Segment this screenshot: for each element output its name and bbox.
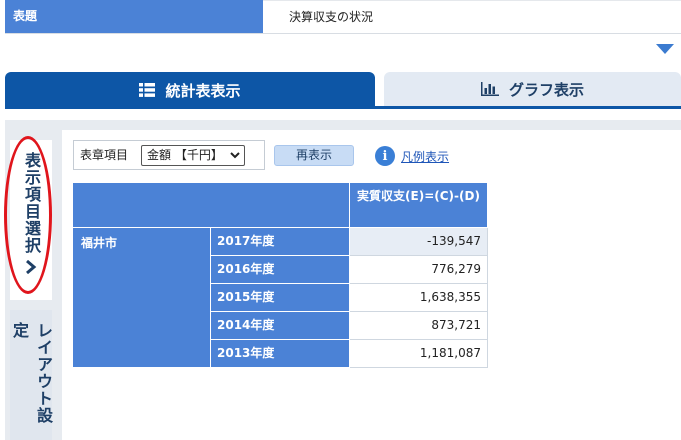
chevron-down-icon: [230, 146, 240, 171]
year-header: 2014年度: [211, 312, 350, 340]
redisplay-button[interactable]: 再表示: [274, 145, 354, 166]
tab-underline: [5, 106, 681, 109]
item-selector-label: 表章項目: [80, 148, 129, 162]
item-select-dropdown[interactable]: 金額 【千円】: [141, 145, 245, 166]
side-tab-display-items-label: 表示項目選択: [22, 152, 41, 254]
table-corner: [73, 183, 350, 228]
side-tab-layout-settings-label: レイアウト設定: [10, 322, 53, 424]
tab-table-view-label: 統計表表示: [165, 81, 241, 100]
item-select-value: 金額 【千円】: [147, 148, 223, 162]
tab-table-view[interactable]: 統計表表示: [5, 72, 375, 108]
list-icon: [139, 83, 156, 97]
chevron-right-icon: [25, 258, 37, 279]
title-value: 決算収支の状況: [263, 0, 681, 33]
table-cell: -139,547: [350, 228, 488, 256]
region-header: 福井市: [73, 228, 211, 368]
tab-graph-view-label: グラフ表示: [508, 80, 584, 99]
bar-chart-icon: [480, 82, 499, 96]
collapse-triangle-icon[interactable]: [656, 44, 674, 54]
title-row: 表題 決算収支の状況: [5, 0, 681, 34]
legend-link-label: 凡例表示: [401, 149, 450, 164]
column-header: 実質収支(E)=(C)-(D): [350, 183, 488, 228]
side-tab-display-items[interactable]: 表示項目選択: [10, 140, 52, 300]
side-tab-layout-settings[interactable]: レイアウト設定: [10, 310, 53, 440]
year-header: 2013年度: [211, 340, 350, 368]
table-cell: 776,279: [350, 256, 488, 284]
year-header: 2017年度: [211, 228, 350, 256]
table-cell: 1,181,087: [350, 340, 488, 368]
info-icon: i: [375, 146, 395, 166]
table-cell: 873,721: [350, 312, 488, 340]
tab-graph-view[interactable]: グラフ表示: [384, 72, 681, 106]
item-selector: 表章項目 金額 【千円】: [73, 140, 265, 170]
title-label: 表題: [5, 0, 263, 33]
year-header: 2016年度: [211, 256, 350, 284]
year-header: 2015年度: [211, 284, 350, 312]
legend-link[interactable]: i 凡例表示: [375, 145, 449, 167]
table-cell: 1,638,355: [350, 284, 488, 312]
